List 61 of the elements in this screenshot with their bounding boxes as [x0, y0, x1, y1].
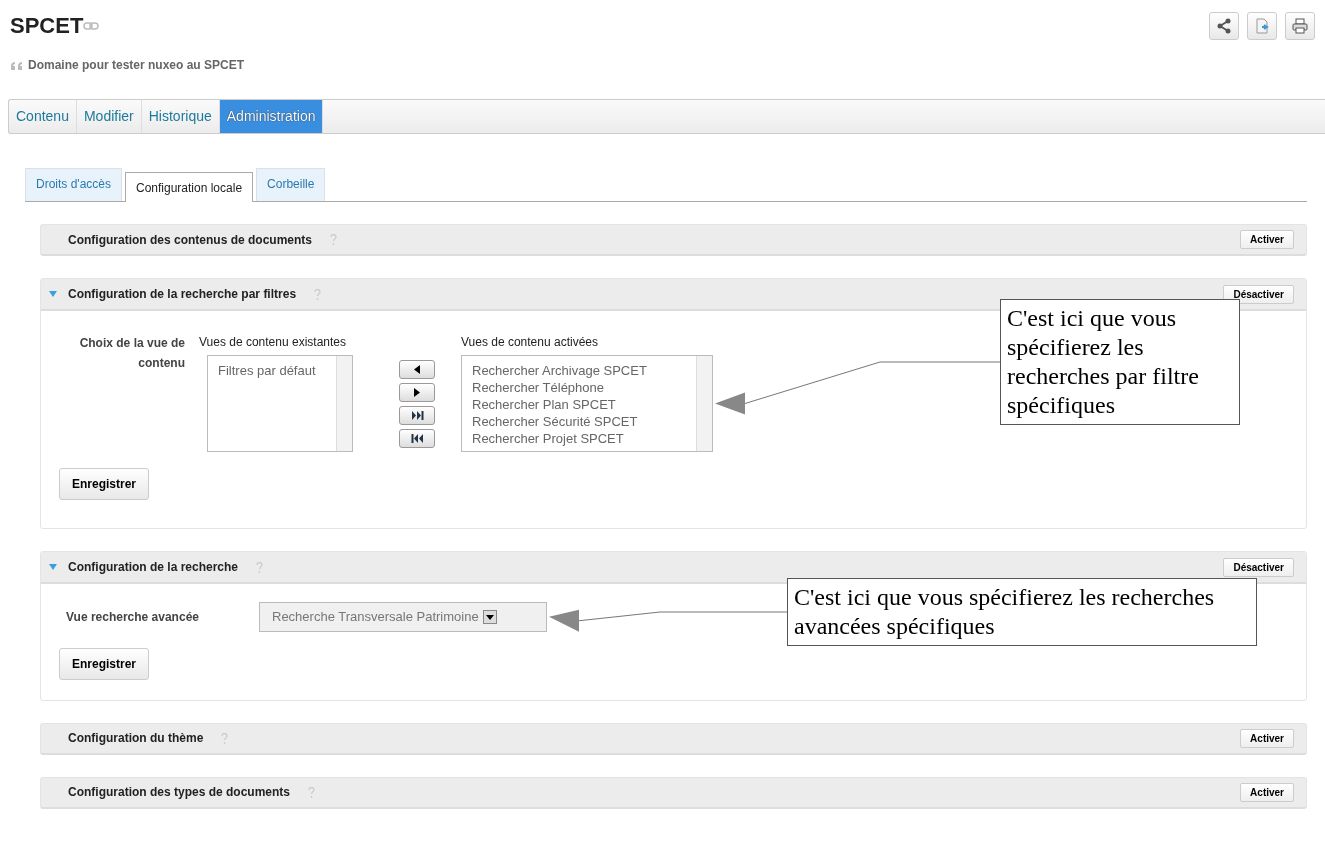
list-option[interactable]: Rechercher Plan SPCET	[472, 396, 647, 413]
export-icon	[1254, 18, 1270, 34]
tab[interactable]: Configuration locale	[125, 172, 254, 202]
tab[interactable]: Historique	[141, 100, 220, 133]
panel-title: Configuration des types de documents	[68, 784, 291, 801]
panel-title: Configuration de la recherche	[68, 559, 239, 576]
select-field[interactable]: Recherche Transversale Patrimoine	[259, 602, 547, 632]
list-option[interactable]: Rechercher Téléphone	[472, 379, 647, 396]
toggle-button[interactable]: Désactiver	[1223, 284, 1294, 304]
scrollbar[interactable]	[336, 356, 352, 451]
listbox[interactable]: Rechercher Archivage SPCET Rechercher Téléphone Rechercher Plan SPCET Rechercher Sécurité SPCET Rechercher Projet SPCET	[461, 355, 713, 452]
help-icon	[314, 288, 322, 300]
description-text: Domaine pour tester nuxeo au SPCET	[28, 57, 245, 74]
list-option[interactable]: Rechercher Projet SPCET	[472, 430, 647, 447]
toggle-button[interactable]: Activer	[1240, 782, 1294, 802]
field-label: Vue recherche avancée	[65, 608, 200, 626]
save-button[interactable]: Enregistrer	[59, 647, 150, 680]
move-all-right-button[interactable]	[399, 406, 435, 425]
list-option[interactable]: Filtres par défaut	[218, 362, 316, 379]
expand-icon[interactable]	[49, 291, 57, 297]
share-icon	[1216, 18, 1232, 34]
tab[interactable]: Administration	[219, 100, 324, 133]
panel-title: Configuration des contenus de documents	[68, 231, 312, 249]
move-left-button[interactable]	[399, 360, 435, 379]
toggle-button[interactable]: Activer	[1240, 230, 1294, 249]
print-button[interactable]	[1285, 12, 1315, 40]
move-all-left-button[interactable]	[399, 429, 435, 448]
scrollbar[interactable]	[696, 356, 712, 451]
save-button[interactable]: Enregistrer	[59, 468, 150, 500]
tab[interactable]: Contenu	[9, 100, 77, 133]
skip-forward-icon	[410, 410, 424, 421]
expand-icon[interactable]	[49, 564, 57, 570]
link-icon	[83, 22, 100, 30]
export-button[interactable]	[1247, 12, 1277, 40]
callout-note: C'est ici que vous spécifierez les recherches avancées spécifiques	[787, 578, 1257, 646]
share-button[interactable]	[1209, 12, 1239, 40]
field-label: Choix de la vue de contenu	[78, 335, 186, 372]
list-option[interactable]: Rechercher Sécurité SPCET	[472, 413, 647, 430]
panel-title: Configuration du thème	[68, 730, 204, 747]
skip-back-icon	[410, 433, 424, 444]
help-icon	[308, 786, 316, 798]
select-value: Recherche Transversale Patrimoine	[272, 608, 479, 626]
help-icon	[256, 561, 264, 573]
list-option[interactable]: Rechercher Archivage SPCET	[472, 362, 647, 379]
callout-note: C'est ici que vous spécifierez les recherches par filtre spécifiques	[1000, 299, 1240, 425]
tab[interactable]: Droits d'accès	[25, 168, 122, 201]
quote-icon	[10, 60, 24, 70]
listbox[interactable]: Filtres par défaut	[207, 355, 353, 452]
help-icon	[221, 732, 229, 744]
list-heading: Vues de contenu existantes	[199, 334, 347, 351]
tab[interactable]: Modifier	[76, 100, 142, 133]
help-icon	[330, 234, 337, 245]
tab[interactable]: Corbeille	[256, 168, 326, 201]
dropdown-icon	[482, 609, 497, 624]
toggle-button[interactable]: Désactiver	[1223, 557, 1294, 577]
toggle-button[interactable]: Activer	[1240, 728, 1294, 748]
list-heading: Vues de contenu activées	[461, 334, 599, 351]
print-icon	[1292, 18, 1308, 34]
move-right-button[interactable]	[399, 383, 435, 402]
panel-title: Configuration de la recherche par filtres	[68, 286, 297, 303]
page-title: SPCET	[10, 12, 84, 40]
